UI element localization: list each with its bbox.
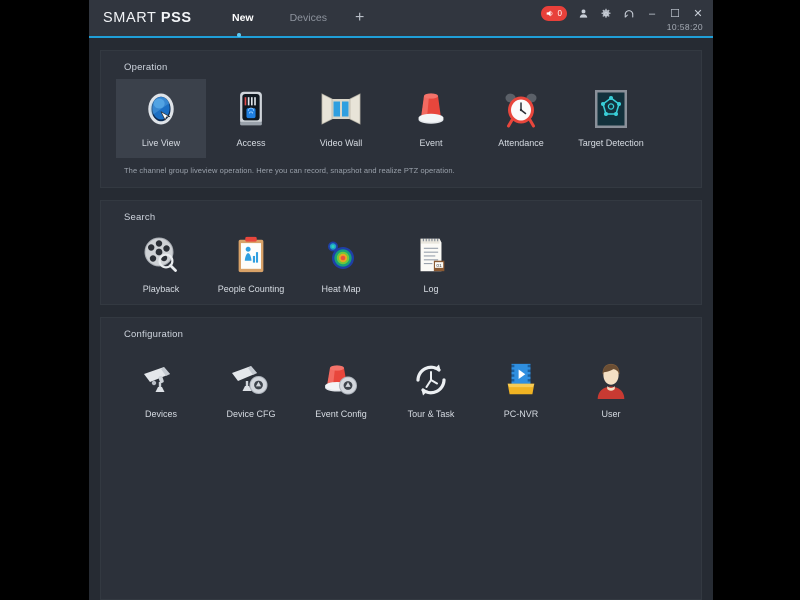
user-icon[interactable] xyxy=(576,7,590,21)
speaker-alarm-icon xyxy=(546,10,552,17)
siren-icon xyxy=(409,87,453,131)
tile-tour-task[interactable]: Tour & Task xyxy=(386,350,476,429)
pc-nvr-icon xyxy=(499,358,543,402)
tile-label: Video Wall xyxy=(319,138,363,148)
panel-search: Search Playback People Counting Heat Map… xyxy=(100,200,702,305)
operation-grid: Live View Access Video Wall Event Attend… xyxy=(101,73,701,158)
user-avatar-icon xyxy=(589,358,633,402)
heat-map-icon xyxy=(319,233,363,277)
minimize-button[interactable]: – xyxy=(645,7,659,21)
tile-label: Live View xyxy=(141,138,181,148)
tile-label: Access xyxy=(236,138,266,148)
tile-label: Event xyxy=(419,138,443,148)
log-notepad-icon: 01 xyxy=(409,233,453,277)
tile-user[interactable]: User xyxy=(566,350,656,429)
tile-label: Playback xyxy=(142,284,180,294)
title-bar: SMART PSS New Devices + 0 – ☐ ✕ 10:58:20 xyxy=(89,0,713,38)
panel-operation: Operation Live View Access Video Wall Ev… xyxy=(100,50,702,188)
panel-title-configuration: Configuration xyxy=(124,329,184,340)
tile-label: Attendance xyxy=(498,138,544,148)
accent-underline xyxy=(89,36,713,38)
camera-gear-icon xyxy=(229,358,273,402)
tile-heat-map[interactable]: Heat Map xyxy=(296,225,386,304)
app-logo: SMART PSS xyxy=(103,10,192,26)
tile-device-cfg[interactable]: Device CFG xyxy=(206,350,296,429)
brand-thin: SMART xyxy=(103,10,157,26)
window-controls: 0 – ☐ ✕ xyxy=(540,6,705,21)
tile-label: Devices xyxy=(144,409,177,419)
alarm-clock-icon xyxy=(499,87,543,131)
panel-title-operation: Operation xyxy=(124,62,168,73)
tile-log[interactable]: 01 Log xyxy=(386,225,476,304)
tile-video-wall[interactable]: Video Wall xyxy=(296,79,386,158)
smart-pss-window: SMART PSS New Devices + 0 – ☐ ✕ 10:58:20… xyxy=(89,0,713,600)
access-terminal-icon xyxy=(229,87,273,131)
active-tab-marker xyxy=(237,33,241,37)
video-wall-icon xyxy=(319,87,363,131)
help-icon[interactable] xyxy=(622,7,636,21)
clipboard-people-icon xyxy=(229,233,273,277)
tile-target-detection[interactable]: Target Detection xyxy=(566,79,656,158)
tile-devices[interactable]: Devices xyxy=(116,350,206,429)
tile-label: PC-NVR xyxy=(503,409,539,419)
tab-bar: New Devices + xyxy=(214,10,374,26)
tab-devices[interactable]: Devices xyxy=(272,12,345,24)
alarm-badge[interactable]: 0 xyxy=(540,6,567,21)
panel-title-search: Search xyxy=(124,212,156,223)
bullet-camera-icon xyxy=(139,358,183,402)
panel-configuration: Configuration Devices Device CFG Event C… xyxy=(100,317,702,600)
tile-event-config[interactable]: Event Config xyxy=(296,350,386,429)
tile-event[interactable]: Event xyxy=(386,79,476,158)
screen: SMART PSS New Devices + 0 – ☐ ✕ 10:58:20… xyxy=(0,0,800,600)
tile-label: Event Config xyxy=(315,409,367,419)
tile-label: Tour & Task xyxy=(407,409,455,419)
add-tab-button[interactable]: + xyxy=(345,10,374,26)
tile-label: People Counting xyxy=(217,284,285,294)
tile-attendance[interactable]: Attendance xyxy=(476,79,566,158)
siren-gear-icon xyxy=(319,358,363,402)
tile-label: Device CFG xyxy=(226,409,276,419)
tile-label: Log xyxy=(423,284,439,294)
panel-description-operation: The channel group liveview operation. He… xyxy=(124,166,455,175)
tile-label: User xyxy=(601,409,621,419)
tile-label: Heat Map xyxy=(321,284,361,294)
clock-refresh-icon xyxy=(409,358,453,402)
brand-bold: PSS xyxy=(160,10,192,26)
tile-people-counting[interactable]: People Counting xyxy=(206,225,296,304)
gear-icon[interactable] xyxy=(599,7,613,21)
tab-new[interactable]: New xyxy=(214,12,272,24)
alarm-count: 0 xyxy=(557,8,562,18)
close-button[interactable]: ✕ xyxy=(691,7,705,21)
tile-live-view[interactable]: Live View xyxy=(116,79,206,158)
svg-text:01: 01 xyxy=(436,263,442,269)
home-content: Operation Live View Access Video Wall Ev… xyxy=(89,38,713,600)
tile-label: Target Detection xyxy=(578,138,644,148)
search-grid: Playback People Counting Heat Map 01 Log xyxy=(101,223,701,304)
tile-access[interactable]: Access xyxy=(206,79,296,158)
maximize-button[interactable]: ☐ xyxy=(668,7,682,21)
configuration-grid: Devices Device CFG Event Config Tour & T… xyxy=(101,340,701,429)
film-reel-search-icon xyxy=(139,233,183,277)
clock-label: 10:58:20 xyxy=(666,22,703,32)
tile-pc-nvr[interactable]: PC-NVR xyxy=(476,350,566,429)
target-detection-icon xyxy=(589,87,633,131)
dome-camera-icon xyxy=(139,87,183,131)
tile-playback[interactable]: Playback xyxy=(116,225,206,304)
